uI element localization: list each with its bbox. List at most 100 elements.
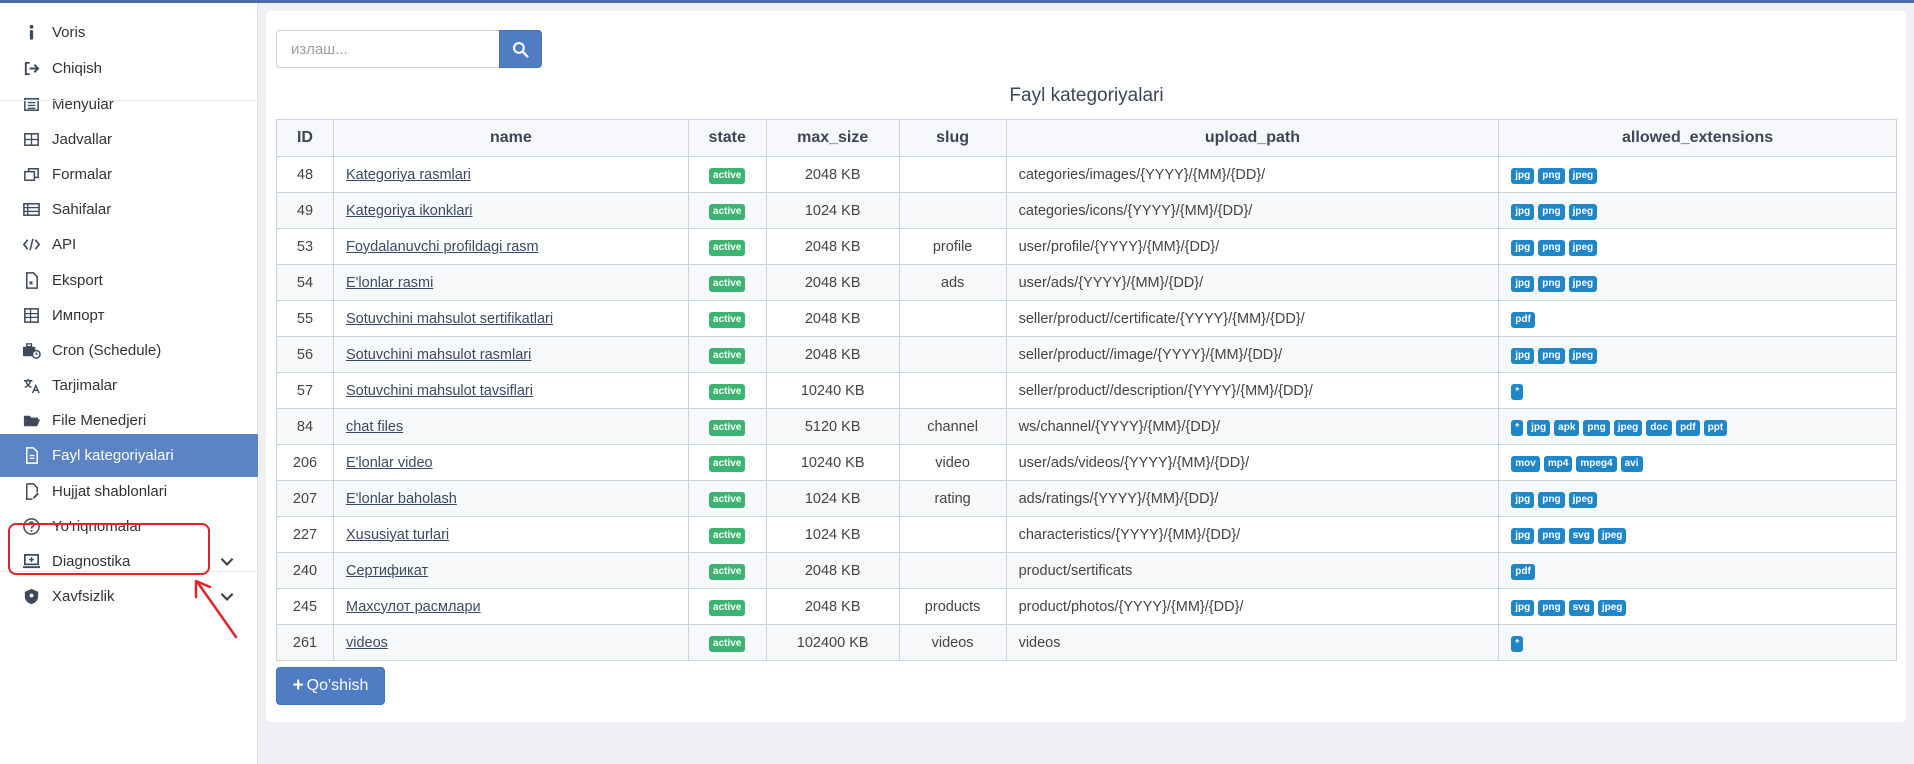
cell-state: active	[687, 624, 767, 661]
sidebar-item-label: File Menedjeri	[52, 412, 147, 429]
cell-allowed-extensions: * jpg apk png jpeg doc pdf ppt	[1498, 408, 1897, 445]
category-name-link[interactable]: Махсулот расмлари	[346, 599, 481, 615]
search-button[interactable]	[499, 30, 542, 68]
extension-badge: *	[1511, 635, 1524, 652]
category-name-link[interactable]: E'lonlar baholash	[346, 491, 457, 507]
extension-badge: jpg	[1511, 599, 1535, 616]
status-badge: active	[709, 383, 746, 400]
status-badge: active	[709, 527, 746, 544]
category-name-link[interactable]: chat files	[346, 419, 403, 435]
column-header-allowed-extensions[interactable]: allowed_extensions	[1498, 119, 1897, 157]
sidebar-item-label: Cron (Schedule)	[52, 342, 162, 359]
cell-upload-path: ads/ratings/{YYYY}/{MM}/{DD}/	[1005, 480, 1500, 517]
extension-badge: jpeg	[1597, 527, 1627, 544]
cell-name: videos	[332, 624, 689, 661]
cell-state: active	[687, 192, 767, 229]
cell-upload-path: ws/channel/{YYYY}/{MM}/{DD}/	[1005, 408, 1500, 445]
cell-upload-path: categories/icons/{YYYY}/{MM}/{DD}/	[1005, 192, 1500, 229]
category-name-link[interactable]: Kategoriya ikonklari	[346, 203, 473, 219]
question-circle-icon	[19, 515, 43, 539]
category-name-link[interactable]: Kategoriya rasmlari	[346, 167, 471, 183]
cell-upload-path: user/ads/{YYYY}/{MM}/{DD}/	[1005, 264, 1500, 301]
cell-max-size: 10240 KB	[765, 372, 900, 409]
cell-name: Sotuvchini mahsulot rasmlari	[332, 336, 689, 373]
cell-slug	[898, 156, 1007, 193]
extension-badge: mp4	[1543, 455, 1573, 472]
column-header-state[interactable]: state	[687, 119, 767, 157]
table-row: 56 Sotuvchini mahsulot rasmlari active 2048…	[276, 336, 1897, 373]
extension-badge: pdf	[1511, 311, 1535, 328]
sidebar-item-label: Voris	[52, 24, 86, 41]
cell-slug: profile	[898, 228, 1007, 265]
sidebar-divider	[0, 571, 258, 572]
status-badge: active	[709, 419, 746, 436]
cell-id: 56	[276, 336, 334, 373]
status-badge: active	[709, 203, 746, 220]
file-export-icon	[19, 269, 43, 293]
cell-max-size: 102400 KB	[765, 624, 900, 661]
cell-name: chat files	[332, 408, 689, 445]
extension-badge: pdf	[1511, 563, 1535, 580]
cell-id: 206	[276, 444, 334, 481]
extension-badge: ppt	[1703, 419, 1728, 436]
extension-badge: jpg	[1511, 491, 1535, 508]
extension-badge: jpg	[1511, 347, 1535, 364]
extension-badge: jpg	[1511, 275, 1535, 292]
extension-badge: avi	[1620, 455, 1643, 472]
status-badge: active	[709, 347, 746, 364]
chevron-down-icon[interactable]	[218, 587, 236, 605]
sidebar-item-label: Chiqish	[52, 60, 103, 77]
category-name-link[interactable]: Xususiyat turlari	[346, 527, 449, 543]
cell-max-size: 2048 KB	[765, 156, 900, 193]
cell-upload-path: categories/images/{YYYY}/{MM}/{DD}/	[1005, 156, 1500, 193]
extension-badge: jpeg	[1568, 203, 1598, 220]
cell-id: 48	[276, 156, 334, 193]
category-name-link[interactable]: Sotuvchini mahsulot rasmlari	[346, 347, 531, 363]
column-header-max-size[interactable]: max_size	[765, 119, 900, 157]
cell-upload-path: user/ads/videos/{YYYY}/{MM}/{DD}/	[1005, 444, 1500, 481]
sidebar-item-label: Eksport	[52, 272, 103, 289]
list-icon	[19, 93, 43, 117]
search-input[interactable]	[276, 30, 499, 68]
column-header-upload-path[interactable]: upload_path	[1005, 119, 1500, 157]
top-accent-bar	[0, 0, 1914, 3]
cell-id: 53	[276, 228, 334, 265]
extension-badge: jpeg	[1568, 275, 1598, 292]
chevron-down-icon[interactable]	[218, 552, 236, 570]
extension-badge: jpg	[1511, 239, 1535, 256]
sidebar-item-xavfsizlik[interactable]: Xavfsizlik	[0, 575, 258, 618]
sidebar-item-label: Diagnostika	[52, 553, 131, 570]
add-button[interactable]: + Qo'shish	[276, 667, 385, 705]
status-badge: active	[709, 491, 746, 508]
column-header-name[interactable]: name	[332, 119, 689, 157]
table-icon	[19, 128, 43, 152]
category-name-link[interactable]: videos	[346, 635, 388, 651]
info-icon	[19, 21, 43, 45]
cell-allowed-extensions: pdf	[1498, 300, 1897, 337]
cell-max-size: 1024 KB	[765, 516, 900, 553]
column-header-slug[interactable]: slug	[898, 119, 1007, 157]
column-header-id[interactable]: ID	[276, 119, 334, 157]
category-name-link[interactable]: Сертификат	[346, 563, 428, 579]
category-name-link[interactable]: Sotuvchini mahsulot tavsiflari	[346, 383, 533, 399]
cell-id: 261	[276, 624, 334, 661]
sidebar-item-label: Fayl kategoriyalari	[52, 447, 174, 464]
category-name-link[interactable]: Foydalanuvchi profildagi rasm	[346, 239, 539, 255]
status-badge: active	[709, 635, 746, 652]
cell-id: 49	[276, 192, 334, 229]
sidebar-item-label: Tarjimalar	[52, 377, 118, 394]
cell-state: active	[687, 372, 767, 409]
category-name-link[interactable]: E'lonlar video	[346, 455, 433, 471]
sidebar: Voris Chiqish Menyular Jadvallar Formalar Sah…	[0, 3, 258, 764]
extension-badge: pdf	[1676, 419, 1700, 436]
category-name-link[interactable]: Sotuvchini mahsulot sertifikatlari	[346, 311, 553, 327]
cell-upload-path: seller/product//image/{YYYY}/{MM}/{DD}/	[1005, 336, 1500, 373]
cell-upload-path: seller/product//description/{YYYY}/{MM}/…	[1005, 372, 1500, 409]
cell-max-size: 2048 KB	[765, 300, 900, 337]
category-name-link[interactable]: E'lonlar rasmi	[346, 275, 433, 291]
file-icon	[19, 444, 43, 468]
language-icon	[19, 374, 43, 398]
cell-id: 245	[276, 588, 334, 625]
sidebar-item-label: Sahifalar	[52, 201, 112, 218]
rows-icon	[19, 198, 43, 222]
